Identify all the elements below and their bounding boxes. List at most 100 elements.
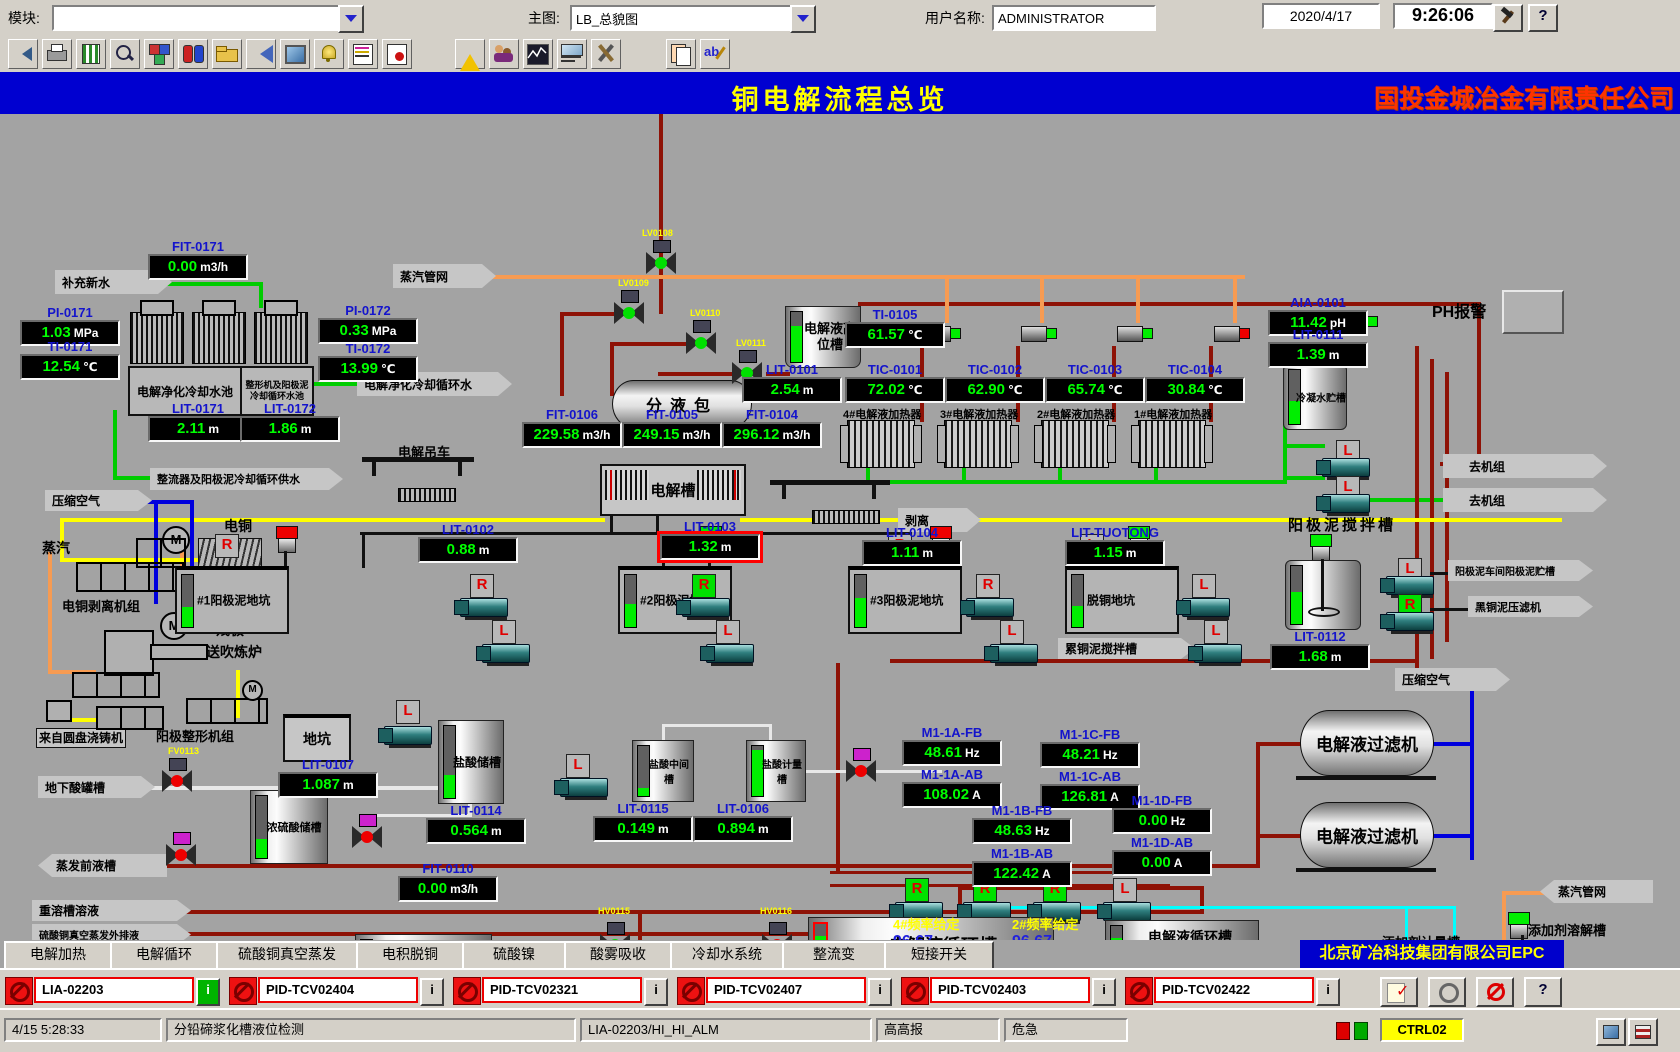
heater1-valve[interactable] — [1214, 326, 1240, 342]
alarm-icon[interactable] — [677, 977, 705, 1005]
maingraph-input[interactable] — [570, 5, 797, 31]
fv0113-valve[interactable] — [162, 770, 192, 792]
instrument-value-box: 1.86m — [240, 416, 340, 442]
lv0108-valve[interactable] — [646, 252, 676, 274]
columns-button[interactable] — [76, 39, 106, 69]
alarm-bell-button[interactable] — [314, 39, 344, 69]
history-button[interactable] — [1428, 977, 1466, 1007]
h2so4-valve[interactable] — [352, 826, 382, 848]
pit3-pump-b[interactable] — [990, 644, 1038, 663]
instrument-fit0106: FIT-0106229.58m3/h — [522, 408, 622, 448]
alarm-help-button[interactable]: ? — [1524, 977, 1562, 1007]
summary-button[interactable] — [557, 39, 587, 69]
instrument-value-box: 65.74℃ — [1045, 377, 1145, 403]
hcl-pump[interactable] — [560, 778, 608, 797]
pit4-pump-a[interactable] — [1182, 598, 1230, 617]
lv0109-valve[interactable] — [614, 302, 644, 324]
condensate-pump-1[interactable] — [1322, 458, 1370, 477]
alarm-info-button[interactable]: i — [196, 978, 220, 1006]
alarm-info-button[interactable]: i — [1316, 978, 1340, 1006]
pipe — [610, 342, 614, 396]
tab-liusuantong[interactable]: 硫酸铜真空蒸发 — [216, 941, 358, 971]
alarm-icon[interactable] — [5, 977, 33, 1005]
valve-tag: FV0113 — [168, 746, 199, 756]
flow-label-to-unit-1: 去机组 — [1443, 454, 1607, 478]
exit-button[interactable] — [8, 39, 38, 69]
instrument-value: 1.68 — [1299, 648, 1328, 665]
tools-button[interactable] — [591, 39, 621, 69]
alarm-item[interactable]: PID-TCV02403 — [930, 977, 1090, 1003]
open-folder-button[interactable] — [212, 39, 242, 69]
lv0110-valve[interactable] — [686, 332, 716, 354]
alarm-item[interactable]: LIA-02203 — [34, 977, 194, 1003]
instrument-lit0101: LIT-01012.54m — [742, 363, 842, 403]
motor-circle: M — [242, 680, 263, 701]
tab-liusuannie[interactable]: 硫酸镍 — [462, 941, 566, 971]
find-button[interactable] — [110, 39, 140, 69]
pit1-pump-b[interactable] — [482, 644, 530, 663]
module-dropdown-button[interactable] — [338, 5, 364, 33]
alarm-info-button[interactable]: i — [644, 978, 668, 1006]
report-button[interactable] — [348, 39, 378, 69]
alarm-info-button[interactable]: i — [868, 978, 892, 1006]
alarm-item[interactable]: PID-TCV02422 — [1154, 977, 1314, 1003]
user-input[interactable] — [992, 5, 1156, 31]
datav-button[interactable] — [455, 39, 485, 69]
tab-suanwuxishou[interactable]: 酸雾吸收 — [564, 941, 672, 971]
instrument-tag: FIT-0106 — [522, 408, 622, 422]
alarm-icon[interactable] — [901, 977, 929, 1005]
page-copy-button[interactable] — [666, 39, 696, 69]
pipe — [1470, 680, 1474, 860]
alarm-info-button[interactable]: i — [420, 978, 444, 1006]
alarm-item[interactable]: PID-TCV02404 — [258, 977, 418, 1003]
pit1-pump-a[interactable] — [460, 598, 508, 617]
pit2-pump-b[interactable] — [706, 644, 754, 663]
flow-label-redissolve: 重溶槽溶液 — [32, 900, 191, 921]
level-fill — [855, 598, 866, 627]
trend-button[interactable] — [523, 39, 553, 69]
alarm-icon[interactable] — [453, 977, 481, 1005]
status-tool-button-2[interactable] — [1628, 1018, 1658, 1046]
pit3-pump-a[interactable] — [966, 598, 1014, 617]
tab-duanjiekaiguan[interactable]: 短接开关 — [884, 941, 994, 971]
stirrer-pump-a[interactable] — [1386, 576, 1434, 595]
alarm-item[interactable]: PID-TCV02407 — [706, 977, 866, 1003]
tab-dianjiexunhuan[interactable]: 电解循环 — [110, 941, 218, 971]
help-button[interactable]: ? — [1528, 4, 1558, 32]
maingraph-dropdown-button[interactable] — [790, 5, 816, 33]
alarm-item[interactable]: PID-TCV02321 — [482, 977, 642, 1003]
blocks-button[interactable] — [144, 39, 174, 69]
alarm-icon[interactable] — [229, 977, 257, 1005]
mute-button[interactable] — [1476, 977, 1514, 1007]
hcl-meter-valve[interactable] — [846, 760, 876, 782]
instrument-tic0103: TIC-010365.74℃ — [1045, 363, 1145, 403]
tab-lengqueshui[interactable]: 冷却水系统 — [670, 941, 784, 971]
tanks-button[interactable] — [178, 39, 208, 69]
alarm-icon[interactable] — [1125, 977, 1153, 1005]
users-button[interactable] — [489, 39, 519, 69]
pit2-pump-a[interactable] — [682, 598, 730, 617]
pit4-pump-b[interactable] — [1194, 644, 1242, 663]
instrument-fit0110: FIT-01100.00m3/h — [398, 862, 498, 902]
tab-zhengliubian[interactable]: 整流变 — [782, 941, 886, 971]
status-tool-button-1[interactable] — [1596, 1018, 1626, 1046]
tab-dianjiejiare[interactable]: 电解加热 — [4, 941, 112, 971]
report-block-button[interactable] — [382, 39, 412, 69]
acid-pit-pump[interactable] — [384, 726, 432, 745]
valve-status — [950, 328, 961, 339]
alarm-info-button[interactable]: i — [1092, 978, 1116, 1006]
evap-line-valve[interactable] — [166, 844, 196, 866]
module-input[interactable] — [52, 5, 344, 31]
instrument-lit0115: LIT-01150.149m — [593, 802, 693, 842]
tab-dianjituotong[interactable]: 电积脱铜 — [356, 941, 464, 971]
rename-button[interactable]: ab — [700, 39, 730, 69]
ack-button[interactable]: ✓ — [1380, 977, 1418, 1007]
heater3-valve[interactable] — [1021, 326, 1047, 342]
hammer-tool-button[interactable] — [1493, 4, 1523, 32]
back-button[interactable] — [246, 39, 276, 69]
condensate-pump-2[interactable] — [1322, 494, 1370, 513]
print-button[interactable] — [42, 39, 72, 69]
screen-button[interactable] — [280, 39, 310, 69]
heater2-valve[interactable] — [1117, 326, 1143, 342]
stirrer-pump-b[interactable] — [1386, 612, 1434, 631]
